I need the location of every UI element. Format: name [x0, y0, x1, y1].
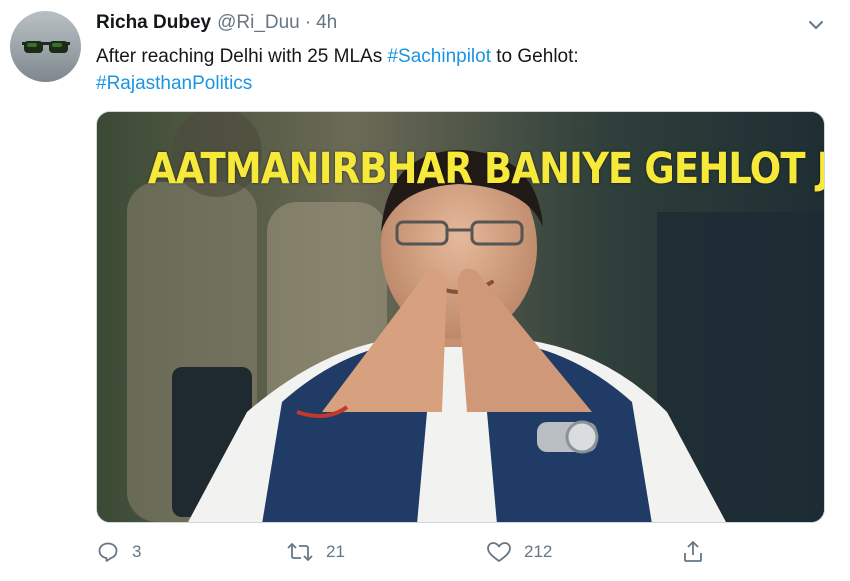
- tweet-text-line-2: #RajasthanPolitics: [96, 70, 816, 97]
- avatar[interactable]: [10, 11, 81, 82]
- like-icon: [487, 542, 511, 562]
- tweet-media-image[interactable]: AATMANIRBHAR BANIYE GEHLOT JI: [96, 111, 825, 523]
- retweet-count: 21: [326, 542, 345, 561]
- reply-count: 3: [132, 542, 142, 561]
- author-name[interactable]: Richa Dubey: [96, 12, 211, 34]
- tweet-card[interactable]: Richa Dubey @Ri_Duu · 4h After reaching …: [0, 0, 850, 581]
- like-count: 212: [524, 542, 553, 561]
- hashtag-sachinpilot[interactable]: #Sachinpilot: [387, 46, 491, 67]
- tweet-header: Richa Dubey @Ri_Duu · 4h: [96, 12, 337, 38]
- hashtag-rajasthanpolitics[interactable]: #RajasthanPolitics: [96, 73, 252, 94]
- reply-icon: [98, 542, 118, 562]
- tweet-text-suffix: to Gehlot:: [491, 46, 579, 67]
- chevron-down-icon: [809, 21, 823, 29]
- sunglasses-avatar-image: [22, 41, 70, 53]
- tweet-timestamp[interactable]: 4h: [316, 12, 337, 34]
- tweet-text-prefix: After reaching Delhi with 25 MLAs: [96, 46, 388, 67]
- more-options-button[interactable]: [803, 14, 829, 36]
- media-overlay-caption: AATMANIRBHAR BANIYE GEHLOT JI: [147, 144, 825, 194]
- retweet-icon: [287, 543, 313, 561]
- separator-dot: ·: [304, 12, 312, 33]
- tweet-text: After reaching Delhi with 25 MLAs #Sachi…: [96, 43, 816, 97]
- retweet-button[interactable]: 21: [286, 537, 345, 567]
- reply-button[interactable]: 3: [96, 537, 141, 567]
- share-button[interactable]: [681, 537, 705, 567]
- share-icon: [684, 541, 702, 562]
- tweet-actions: 3 21 212: [96, 537, 736, 567]
- tweet-text-line-1: After reaching Delhi with 25 MLAs #Sachi…: [96, 43, 816, 70]
- author-handle[interactable]: @Ri_Duu: [217, 12, 300, 34]
- like-button[interactable]: 212: [486, 537, 552, 567]
